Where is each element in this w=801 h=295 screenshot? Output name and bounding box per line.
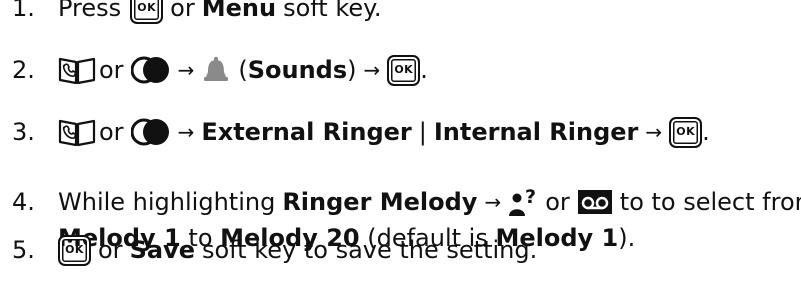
bell-icon: [201, 55, 231, 85]
internal-ringer-label: Internal Ringer: [433, 118, 639, 146]
save-label: Save: [129, 236, 195, 264]
ok-key-icon: OK: [130, 0, 164, 24]
step-number: 4.: [12, 188, 35, 216]
ok-key-icon: OK: [58, 234, 91, 266]
svg-text:?: ?: [525, 186, 536, 208]
ringer-melody-label: Ringer Melody: [282, 188, 478, 216]
sounds-label: Sounds: [247, 56, 348, 84]
phonebook-icon: [58, 117, 96, 147]
step-number: 5.: [12, 236, 35, 264]
ok-key-icon: OK: [669, 116, 703, 148]
caller-id-icon: ?: [508, 186, 538, 218]
voicemail-icon: [577, 189, 613, 215]
step-number: 2.: [12, 56, 35, 84]
instruction-list: 1. Press OK or Menu soft key. 2. or → (…: [0, 0, 801, 295]
menu-label: Menu: [201, 0, 277, 22]
phonebook-icon: [58, 55, 96, 85]
ok-key-icon: OK: [387, 54, 421, 86]
step-number: 1.: [12, 0, 35, 22]
external-ringer-label: External Ringer: [201, 118, 412, 146]
call-log-icon: [130, 117, 171, 147]
step-number: 3.: [12, 118, 35, 146]
call-log-icon: [130, 55, 171, 85]
